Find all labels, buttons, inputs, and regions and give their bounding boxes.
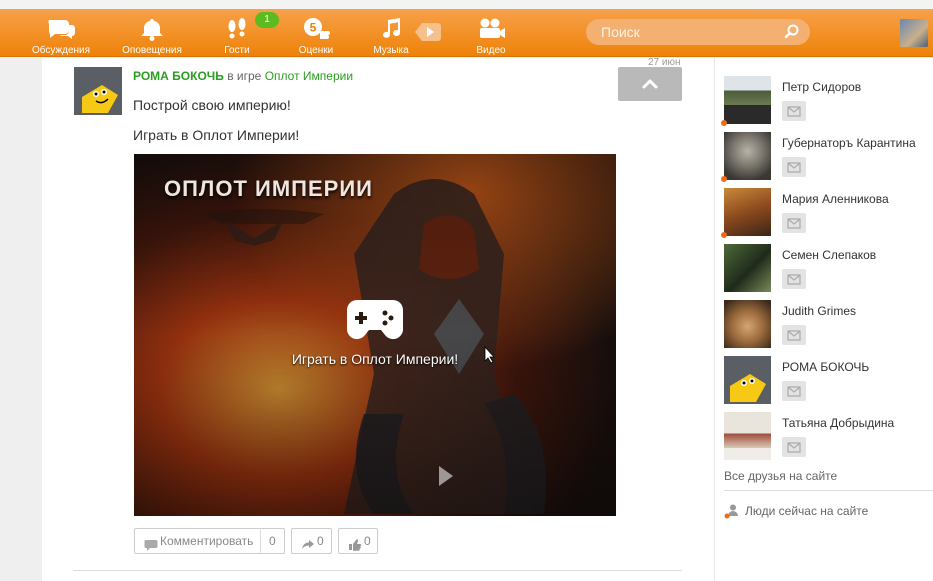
friend-name: Judith Grimes	[782, 304, 857, 318]
friend-avatar[interactable]	[724, 188, 771, 236]
nav-notifications[interactable]: Оповещения	[121, 9, 183, 57]
search-icon[interactable]	[784, 24, 800, 40]
friend-item[interactable]: Семен Слепаков	[724, 244, 933, 292]
music-play-icon[interactable]	[414, 21, 442, 43]
bell-icon	[132, 17, 172, 41]
friend-item[interactable]: Татьяна Добрыдина	[724, 412, 933, 460]
friend-avatar[interactable]	[724, 300, 771, 348]
envelope-icon	[787, 274, 801, 285]
comment-count: 0	[269, 534, 276, 548]
envelope-icon	[787, 442, 801, 453]
nav-music[interactable]: Музыка	[368, 9, 414, 57]
send-message-button[interactable]	[782, 157, 806, 177]
envelope-icon	[787, 106, 801, 117]
online-indicator	[721, 232, 727, 238]
nav-label: Гости	[224, 45, 250, 56]
nav-video[interactable]: Видео	[469, 9, 513, 57]
people-online-link[interactable]: Люди сейчас на сайте	[745, 504, 868, 518]
share-icon	[301, 535, 315, 550]
like-count: 0	[364, 534, 371, 548]
send-message-button[interactable]	[782, 381, 806, 401]
online-indicator	[721, 120, 727, 126]
friend-avatar[interactable]	[724, 132, 771, 180]
nav-label: Видео	[476, 45, 506, 56]
envelope-icon	[787, 386, 801, 397]
comment-button[interactable]: Комментировать 0	[134, 528, 285, 554]
post-in-game-text: в игре	[227, 69, 262, 83]
game-banner[interactable]: ОПЛОТ ИМПЕРИИ Играть в Оплот Империи!	[134, 154, 616, 516]
post-game-link[interactable]: Оплот Империи	[265, 69, 353, 83]
nav-label: Музыка	[373, 45, 409, 56]
play-game-label[interactable]: Играть в Оплот Империи!	[134, 351, 616, 367]
friend-name: Петр Сидоров	[782, 80, 862, 94]
nav-label: Оповещения	[122, 45, 182, 56]
post-author-avatar[interactable]	[74, 67, 122, 115]
chevron-up-icon	[642, 79, 658, 89]
post-author-link[interactable]: РОМА БОКОЧЬ	[133, 69, 224, 83]
user-avatar[interactable]	[900, 19, 928, 47]
footprints-icon	[217, 17, 257, 41]
post-text: Играть в Оплот Империи!	[133, 127, 300, 143]
mouse-cursor-icon	[484, 345, 496, 364]
rating-five-icon: 5	[296, 17, 336, 41]
nav-discussions[interactable]: Обсуждения	[30, 9, 92, 57]
friend-item[interactable]: РОМА БОКОЧЬ	[724, 356, 933, 404]
friend-avatar[interactable]	[724, 356, 771, 404]
post-header: РОМА БОКОЧЬ в игре Оплот Империи	[133, 69, 353, 83]
friend-item[interactable]: Мария Аленникова	[721, 188, 933, 238]
send-message-button[interactable]	[782, 437, 806, 457]
send-message-button[interactable]	[782, 101, 806, 121]
scroll-up-button[interactable]	[618, 67, 682, 101]
friend-name: Семен Слепаков	[782, 248, 877, 262]
sidebar-divider	[724, 490, 933, 491]
button-divider	[260, 528, 261, 554]
svg-text:5: 5	[310, 21, 317, 35]
friend-name: Мария Аленникова	[782, 192, 889, 206]
chat-bubbles-icon	[41, 17, 81, 41]
nav-label: Оценки	[298, 45, 334, 56]
friend-name: РОМА БОКОЧЬ	[782, 360, 870, 374]
send-message-button[interactable]	[782, 213, 806, 233]
post-text: Построй свою империю!	[133, 97, 291, 113]
friend-avatar[interactable]	[724, 412, 771, 460]
all-friends-link[interactable]: Все друзья на сайте	[724, 469, 837, 483]
friend-avatar[interactable]	[724, 244, 771, 292]
share-button[interactable]: 0	[291, 528, 332, 554]
send-message-button[interactable]	[782, 325, 806, 345]
friend-item[interactable]: Петр Сидоров	[721, 76, 933, 126]
like-button[interactable]: 0	[338, 528, 378, 554]
thumbs-up-icon	[348, 535, 362, 551]
nav-guests[interactable]: Гости	[212, 9, 262, 57]
nav-label: Обсуждения	[31, 45, 91, 56]
nav-ratings[interactable]: 5 Оценки	[293, 9, 339, 57]
online-indicator	[721, 176, 727, 182]
music-note-icon	[371, 17, 411, 41]
game-banner-title: ОПЛОТ ИМПЕРИИ	[164, 176, 373, 201]
search-input[interactable]	[586, 19, 776, 45]
friend-item[interactable]: Judith Grimes	[724, 300, 933, 348]
top-strip	[0, 0, 933, 9]
comment-icon	[144, 535, 158, 551]
video-camera-icon	[471, 17, 511, 41]
post-divider	[73, 570, 682, 571]
share-count: 0	[317, 534, 324, 548]
search-box	[586, 19, 810, 45]
friend-name: Губернаторъ Карантина	[782, 136, 916, 150]
friend-item[interactable]: Губернаторъ Карантина	[721, 132, 933, 182]
comment-label: Комментировать	[160, 534, 254, 548]
envelope-icon	[787, 162, 801, 173]
person-online-icon	[724, 503, 742, 519]
gamepad-icon	[345, 298, 405, 342]
top-navigation-bar: Обсуждения Оповещения Гости 1 5 Оценки М…	[0, 9, 933, 57]
friend-name: Татьяна Добрыдина	[782, 416, 895, 430]
guests-count-badge: 1	[255, 12, 279, 28]
envelope-icon	[787, 330, 801, 341]
friend-avatar[interactable]	[724, 76, 771, 124]
envelope-icon	[787, 218, 801, 229]
send-message-button[interactable]	[782, 269, 806, 289]
